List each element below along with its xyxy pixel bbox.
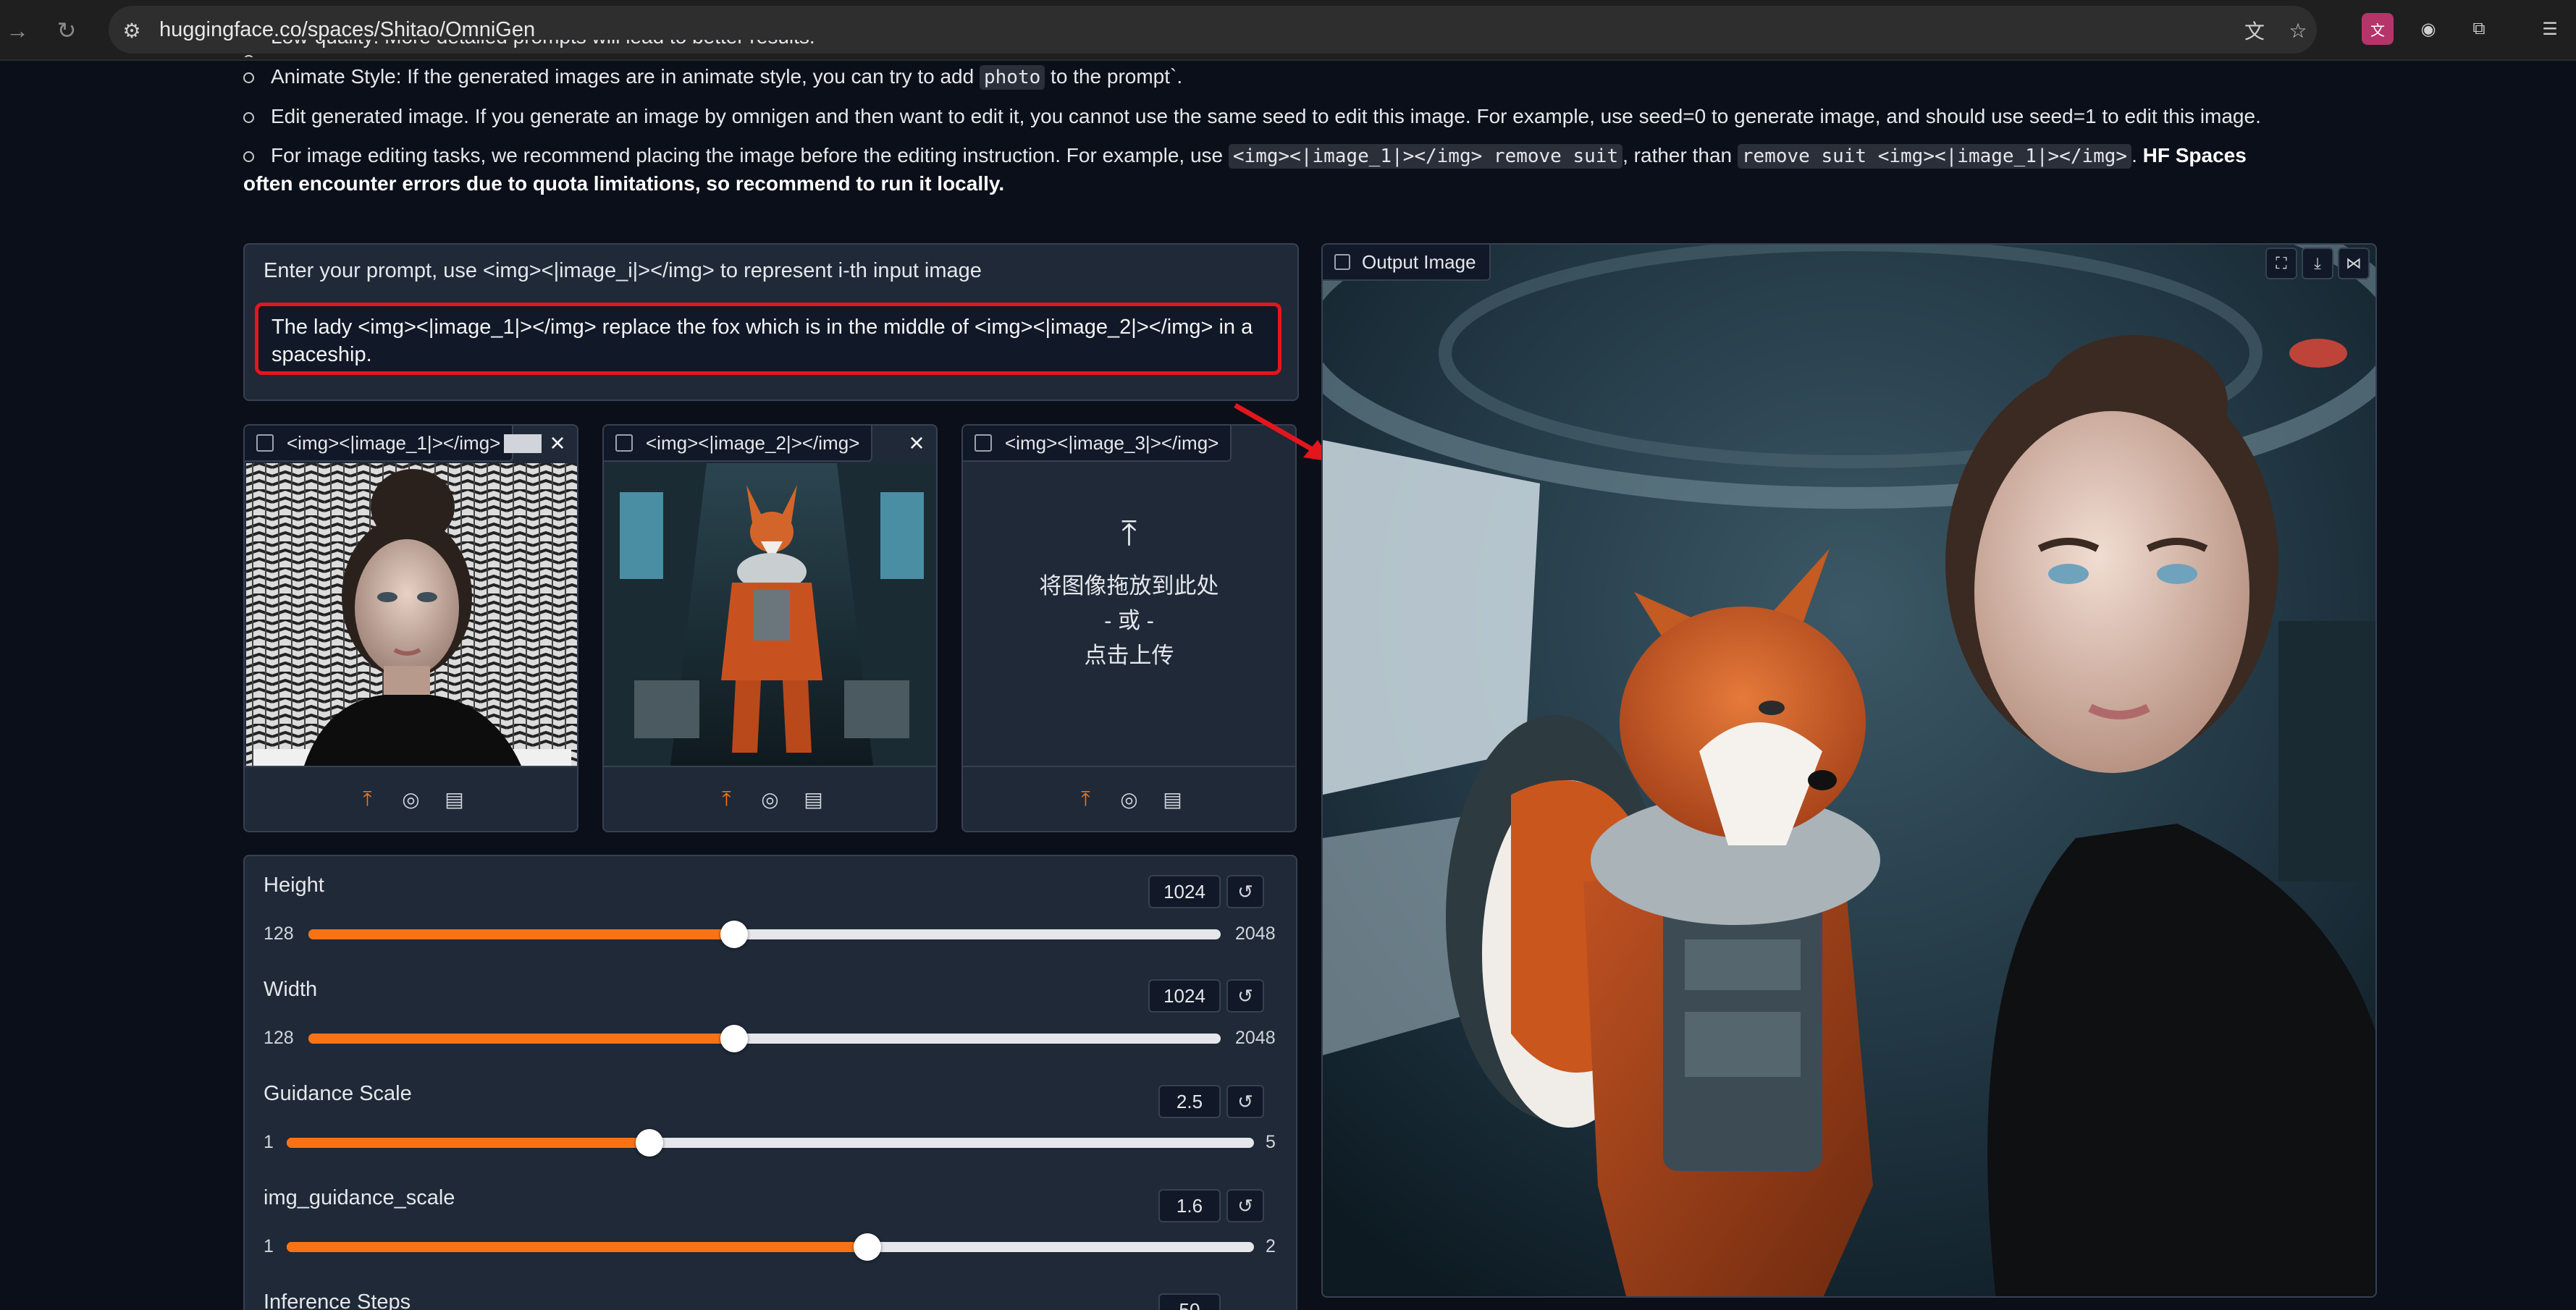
share-icon[interactable]: ⋈	[2338, 248, 2370, 279]
height-min: 128	[264, 924, 294, 944]
clear-image-2-button[interactable]: ×	[901, 428, 932, 459]
note-item: Edit generated image. If you generate an…	[243, 97, 2379, 136]
extension-profile-icon[interactable]: ◉	[2412, 13, 2444, 45]
image-input-3[interactable]: <img><|image_3|></img> ⤒ 将图像拖放到此处 - 或 - …	[961, 424, 1297, 832]
site-settings-icon[interactable]: ⚙	[119, 17, 145, 43]
width-slider-fill	[308, 1034, 735, 1044]
guidance-scale-reset-icon[interactable]: ↺	[1226, 1085, 1264, 1118]
width-max: 2048	[1235, 1028, 1276, 1048]
webcam-icon[interactable]: ◎	[400, 787, 423, 811]
prompt-label: Enter your prompt, use <img><|image_i|><…	[264, 259, 982, 282]
clipboard-icon[interactable]: ▤	[443, 787, 466, 811]
usage-notes: Low-quality: More detailed prompts will …	[243, 40, 2379, 197]
download-icon[interactable]: ⤓	[2302, 248, 2333, 279]
guidance-scale-number-input[interactable]: 2.5	[1158, 1085, 1221, 1118]
portrait-lady-image	[246, 463, 577, 766]
image-icon	[1334, 254, 1350, 270]
img-guidance-scale-slider[interactable]	[287, 1233, 1254, 1261]
width-reset-icon[interactable]: ↺	[1226, 979, 1264, 1013]
height-reset-icon[interactable]: ↺	[1226, 875, 1264, 908]
upload-dropzone[interactable]: ⤒ 将图像拖放到此处 - 或 - 点击上传	[963, 512, 1295, 673]
image-icon	[256, 434, 274, 452]
guidance-scale-slider[interactable]	[287, 1129, 1254, 1157]
upload-icon[interactable]: ⤒	[715, 787, 738, 811]
img-guidance-scale-min: 1	[264, 1236, 274, 1256]
width-slider-handle[interactable]	[720, 1025, 749, 1052]
image-2-preview	[605, 463, 936, 766]
output-image-tag: Output Image	[1323, 245, 1491, 281]
image-icon	[615, 434, 633, 452]
webcam-icon[interactable]: ◎	[1118, 787, 1141, 811]
extensions-puzzle-icon[interactable]: ⧉	[2463, 13, 2495, 45]
image-3-toolbar: ⤒ ◎ ▤	[963, 766, 1295, 831]
note-item: Low-quality: More detailed prompts will …	[243, 40, 2379, 57]
forward-icon[interactable]: →	[0, 13, 35, 48]
upload-icon[interactable]: ⤒	[356, 787, 379, 811]
menu-icon[interactable]: ☰	[2534, 13, 2566, 45]
reload-icon[interactable]: ↻	[49, 13, 84, 48]
height-slider-fill	[308, 929, 735, 939]
note-continuation: often encounter errors due to quota limi…	[243, 172, 1005, 195]
url-text[interactable]: huggingface.co/spaces/Shitao/OmniGen	[159, 18, 535, 42]
inline-code: photo	[979, 65, 1045, 90]
inference-steps-label: Inference Steps	[264, 1290, 411, 1310]
output-toolbar: ⛶ ⤓ ⋈	[2265, 248, 2370, 279]
image-1-toolbar: ⤒ ◎ ▤	[245, 766, 577, 831]
clipboard-icon[interactable]: ▤	[1161, 787, 1184, 811]
guidance-scale-slider-handle[interactable]	[636, 1129, 663, 1157]
image-input-1[interactable]: <img><|image_1|></img> × ⤒ ◎ ▤	[243, 424, 578, 832]
height-label: Height	[264, 874, 324, 897]
image-1-placeholder-bar	[504, 434, 542, 453]
image-2-toolbar: ⤒ ◎ ▤	[604, 766, 936, 831]
width-slider[interactable]	[308, 1025, 1221, 1052]
img-guidance-scale-max: 2	[1266, 1236, 1276, 1256]
img-guidance-scale-number-input[interactable]: 1.6	[1158, 1189, 1221, 1222]
inline-code: <img><|image_1|></img> remove suit	[1228, 144, 1623, 169]
clipboard-icon[interactable]: ▤	[802, 787, 825, 811]
height-max: 2048	[1235, 924, 1276, 944]
settings-panel: Height 1024 ↺ 128 2048 Width 1024 ↺ 128 …	[243, 855, 1297, 1310]
fullscreen-icon[interactable]: ⛶	[2265, 248, 2297, 279]
guidance-scale-label: Guidance Scale	[264, 1082, 412, 1105]
image-input-2[interactable]: <img><|image_2|></img> × ⤒ ◎ ▤	[602, 424, 938, 832]
image-2-tag: <img><|image_2|></img>	[604, 426, 873, 462]
clear-image-1-button[interactable]: ×	[542, 428, 573, 459]
prompt-input[interactable]: The lady <img><|image_1|></img> replace …	[255, 303, 1281, 375]
width-number-input[interactable]: 1024	[1148, 979, 1221, 1013]
guidance-scale-max: 5	[1266, 1132, 1276, 1152]
image-1-preview	[246, 463, 577, 766]
height-slider-handle[interactable]	[720, 921, 749, 948]
img-guidance-scale-reset-icon[interactable]: ↺	[1226, 1189, 1264, 1222]
image-icon	[975, 434, 992, 452]
note-item: For image editing tasks, we recommend pl…	[243, 136, 2379, 171]
fox-astronaut-image	[605, 463, 936, 766]
note-item: Animate Style: If the generated images a…	[243, 57, 2379, 97]
output-image	[1323, 245, 2375, 1296]
img-guidance-scale-label: img_guidance_scale	[264, 1186, 455, 1209]
height-number-input[interactable]: 1024	[1148, 875, 1221, 908]
upload-arrow-icon: ⤒	[1121, 515, 1137, 553]
guidance-scale-min: 1	[264, 1132, 274, 1152]
width-min: 128	[264, 1028, 294, 1048]
webcam-icon[interactable]: ◎	[759, 787, 782, 811]
image-3-tag: <img><|image_3|></img>	[963, 426, 1232, 462]
width-label: Width	[264, 978, 318, 1001]
upload-icon[interactable]: ⤒	[1074, 787, 1098, 811]
inference-steps-number-input[interactable]: 50	[1158, 1293, 1221, 1310]
prompt-panel: Enter your prompt, use <img><|image_i|><…	[243, 243, 1299, 401]
image-1-tag: <img><|image_1|></img>	[245, 426, 514, 462]
output-image-panel: Output Image ⛶ ⤓ ⋈	[1321, 243, 2377, 1298]
img-guidance-scale-slider-handle[interactable]	[853, 1233, 881, 1261]
guidance-scale-slider-fill	[287, 1138, 649, 1148]
height-slider[interactable]	[308, 921, 1221, 948]
inline-code: remove suit <img><|image_1|></img>	[1737, 144, 2132, 169]
img-guidance-scale-slider-fill	[287, 1242, 867, 1252]
